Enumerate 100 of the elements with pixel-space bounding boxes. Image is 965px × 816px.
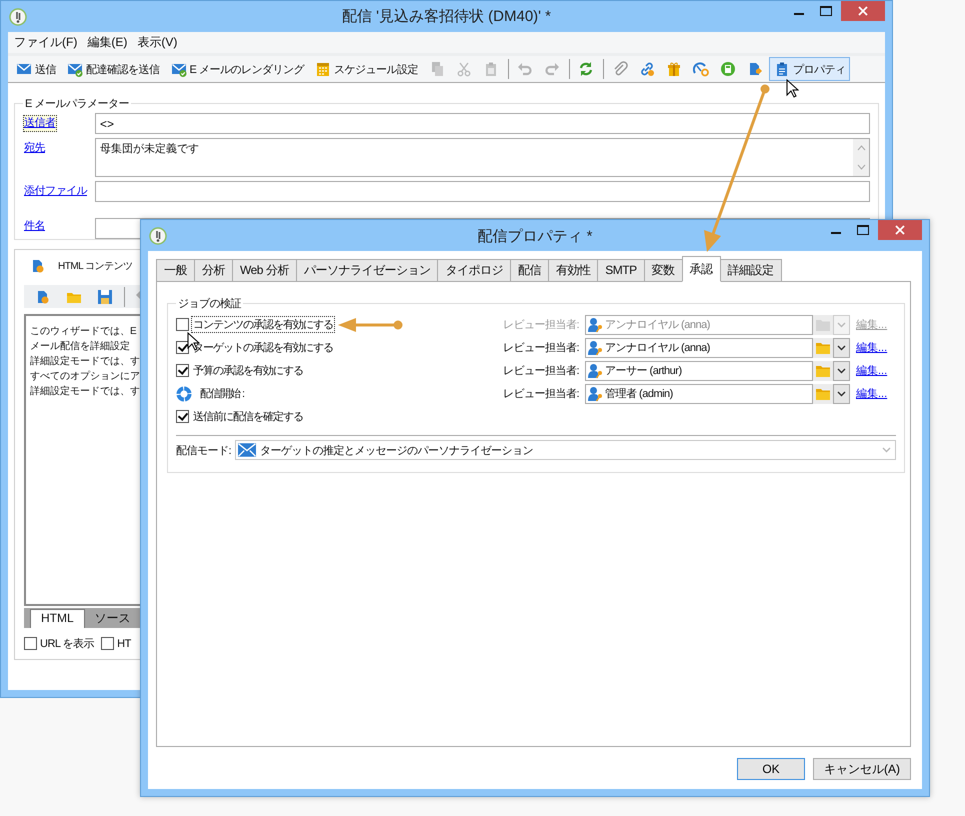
checkbox[interactable]	[176, 364, 189, 377]
field-link[interactable]: 件名	[23, 218, 46, 235]
refresh-icon	[578, 61, 594, 77]
field-label: レビュー担当者:	[502, 341, 579, 355]
menu-item[interactable]: 編集(E)	[83, 34, 134, 51]
group-label: E メールパラメーター	[24, 97, 130, 111]
scrollbar[interactable]	[853, 139, 869, 176]
tab[interactable]: 一般	[156, 259, 194, 282]
edit-link[interactable]: 編集...	[856, 363, 896, 378]
checkbox[interactable]	[176, 410, 189, 423]
paperclip-icon	[612, 61, 628, 77]
new-document-icon	[35, 288, 51, 304]
tab[interactable]: 配信	[510, 259, 548, 282]
text-line: すべてのオプションにア	[30, 370, 140, 384]
dialog-button[interactable]: キャンセル(A)	[813, 758, 911, 780]
toolbar-button[interactable]: スケジュール設定	[310, 57, 423, 81]
checkbox-label: 送信前に配信を確定する	[192, 410, 304, 425]
checkbox[interactable]	[24, 637, 37, 650]
save-icon	[97, 288, 113, 304]
reviewer-field[interactable]: 管理者 (admin)	[585, 384, 813, 404]
text-line: このウィザードでは、E	[30, 325, 137, 339]
scroll-down-icon	[856, 164, 866, 170]
field-link[interactable]: 添付ファイル	[23, 183, 88, 200]
tab[interactable]: 分析	[194, 259, 232, 282]
window-title: 配信 '見込み客招待状 (DM40)' *	[342, 7, 552, 26]
envelope-check-icon	[67, 61, 83, 77]
text-line: 詳細設定モードでは、す	[30, 354, 140, 369]
person-key-icon	[587, 362, 603, 378]
tab[interactable]: HTML	[30, 609, 85, 628]
field-label: レビュー担当者:	[502, 318, 579, 332]
person-key-icon	[587, 340, 603, 356]
tab[interactable]: タイポロジ	[437, 259, 510, 282]
envelope-icon	[16, 61, 32, 77]
maximize-icon	[820, 6, 832, 16]
reviewer-field[interactable]: アンナロイヤル (anna)	[585, 338, 813, 358]
checkbox[interactable]	[101, 637, 114, 650]
app-logo-icon	[9, 8, 27, 26]
calculator-icon	[720, 61, 736, 77]
folder-icon	[815, 318, 831, 332]
caret-icon	[882, 447, 891, 453]
menu-item[interactable]: ファイル(F)	[10, 34, 84, 51]
text-line: メール配信を詳細設定	[30, 340, 130, 354]
scissors-icon	[456, 61, 472, 77]
tab[interactable]: 変数	[644, 259, 682, 282]
dropdown-button[interactable]	[833, 360, 850, 380]
window-title: 配信プロパティ *	[477, 227, 592, 246]
close-icon	[895, 225, 905, 235]
group-label: ジョブの検証	[177, 296, 242, 311]
caret-icon	[837, 390, 846, 396]
edit-link[interactable]: 編集...	[856, 340, 896, 355]
tab[interactable]: 詳細設定	[720, 259, 782, 282]
annotation-arrow	[336, 318, 404, 332]
gift-icon	[666, 61, 682, 77]
gauge-icon	[692, 61, 709, 77]
app-logo-icon	[149, 226, 167, 244]
tab[interactable]: パーソナライゼーション	[296, 259, 438, 282]
scroll-up-icon	[856, 145, 866, 151]
close-button[interactable]	[878, 220, 922, 240]
folder-icon	[815, 364, 831, 378]
text-line: 詳細設定モードでは、す	[30, 384, 140, 399]
redo-icon	[544, 61, 560, 77]
toolbar-button[interactable]: プロパティ	[768, 57, 850, 81]
field-link[interactable]: 宛先	[23, 140, 46, 157]
edit-link[interactable]: 編集...	[856, 386, 896, 401]
field-link[interactable]: 送信者	[23, 115, 56, 132]
checkbox-label: 配信開始 :	[199, 387, 246, 402]
undo-icon	[516, 61, 533, 77]
menu-item[interactable]: 表示(V)	[133, 34, 184, 51]
tab[interactable]: Web 分析	[232, 259, 296, 282]
dialog-button[interactable]: OK	[737, 758, 805, 780]
toolbar-button[interactable]: 配達確認を送信	[62, 57, 164, 81]
calendar-icon	[314, 61, 331, 77]
person-key-icon	[587, 316, 603, 332]
dropdown-button[interactable]	[833, 338, 850, 358]
panel-title: HTML コンテンツ	[58, 260, 133, 273]
close-icon	[858, 6, 868, 16]
folder-icon	[815, 386, 831, 400]
checkbox-label: 予算の承認を有効にする	[192, 364, 304, 379]
checkbox-label: URL を表示	[40, 637, 94, 651]
close-button[interactable]	[841, 1, 885, 21]
dropdown-button[interactable]	[833, 384, 850, 404]
checkbox[interactable]	[176, 318, 189, 331]
minimize-icon	[830, 232, 840, 234]
caret-icon	[837, 368, 846, 374]
text-area[interactable]: 母集団が未定義です	[95, 138, 870, 177]
input-field[interactable]: <>	[95, 113, 870, 134]
checkbox[interactable]	[176, 341, 189, 354]
maximize-icon	[856, 225, 868, 235]
envelope-icon	[238, 443, 256, 457]
toolbar-button[interactable]: E メールのレンダリング	[166, 57, 309, 81]
input-field[interactable]	[95, 181, 870, 202]
tab[interactable]: 有効性	[548, 259, 598, 282]
field-label: 配信モード:	[176, 444, 232, 458]
tab[interactable]: 承認	[682, 256, 721, 282]
folder-icon	[815, 340, 831, 354]
tab[interactable]: SMTP	[597, 259, 644, 282]
toolbar-button[interactable]: 送信	[11, 57, 61, 81]
checkbox-label: コンテンツの承認を有効にする	[191, 316, 335, 333]
reviewer-field[interactable]: アーサー (arthur)	[585, 360, 813, 380]
caret-icon	[837, 322, 846, 328]
